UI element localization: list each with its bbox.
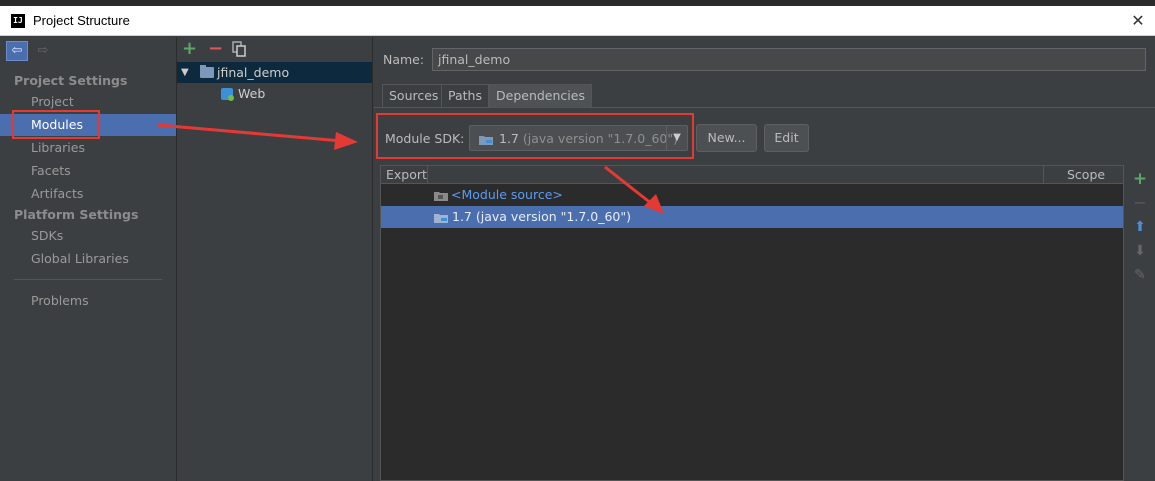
move-up-icon[interactable]: ⬆ [1128,219,1152,235]
window-title: Project Structure [33,13,130,28]
module-name-field[interactable]: jfinal_demo [432,48,1146,71]
nav-item-libraries[interactable]: Libraries [0,137,176,159]
dependency-row-jdk[interactable]: 1.7 (java version "1.7.0_60") [381,206,1123,228]
nav-divider [14,279,162,280]
column-export[interactable]: Export [381,166,428,184]
remove-dependency-icon[interactable]: − [1128,193,1152,212]
dependency-label: <Module source> [451,187,563,202]
add-icon[interactable]: + [182,38,197,59]
section-platform-settings: Platform Settings [14,207,139,222]
intellij-logo-icon: IJ [11,14,25,28]
title-bar: IJ Project Structure ✕ [0,6,1155,36]
tree-row-module[interactable]: ▼ jfinal_demo [177,62,372,83]
dependency-label: 1.7 (java version "1.7.0_60") [452,209,631,224]
tree-row-web-facet[interactable]: Web [177,83,372,104]
nav-item-sdks[interactable]: SDKs [0,225,176,247]
settings-nav: ⇦ ⇨ Project Settings Project Modules Lib… [0,37,177,481]
source-folder-icon [434,192,448,201]
edit-sdk-button[interactable]: Edit [764,124,809,152]
nav-item-global-libraries[interactable]: Global Libraries [0,248,176,270]
module-folder-icon [200,65,214,78]
dependency-row-module-source[interactable]: <Module source> [381,184,1123,206]
move-down-icon[interactable]: ⬇ [1128,243,1152,259]
nav-item-problems[interactable]: Problems [0,290,176,312]
tab-paths[interactable]: Paths [441,84,489,107]
edit-pencil-icon[interactable]: ✎ [1128,267,1152,283]
dependencies-table: Export Scope <Module source> 1.7 (java v… [380,165,1124,481]
nav-item-facets[interactable]: Facets [0,160,176,182]
tab-dependencies[interactable]: Dependencies [489,84,592,107]
module-editor: Name: jfinal_demo Sources Paths Dependen… [374,37,1155,481]
jdk-folder-icon [434,214,448,223]
name-label: Name: [383,52,425,67]
facet-name: Web [238,86,266,101]
tab-sources[interactable]: Sources [382,84,446,107]
back-arrow-icon[interactable]: ⇦ [6,41,28,61]
web-facet-icon [221,88,234,101]
forward-arrow-icon[interactable]: ⇨ [34,41,52,61]
column-scope[interactable]: Scope [1043,166,1123,184]
expand-triangle-icon[interactable]: ▼ [181,62,189,83]
copy-icon[interactable] [232,41,246,57]
dependencies-header: Export Scope [381,166,1123,184]
remove-icon[interactable]: − [208,38,223,59]
project-structure-window: IJ Project Structure ✕ ⇦ ⇨ Project Setti… [0,0,1155,481]
module-tree-panel: + − ▼ jfinal_demo Web [177,37,373,481]
new-sdk-button[interactable]: New... [696,124,757,152]
module-name: jfinal_demo [217,65,290,80]
annotation-box-modules [12,110,100,139]
add-dependency-icon[interactable]: + [1128,169,1152,189]
annotation-box-module-sdk [376,113,694,159]
section-project-settings: Project Settings [14,73,128,88]
nav-item-artifacts[interactable]: Artifacts [0,183,176,205]
close-button[interactable]: ✕ [1127,10,1149,32]
